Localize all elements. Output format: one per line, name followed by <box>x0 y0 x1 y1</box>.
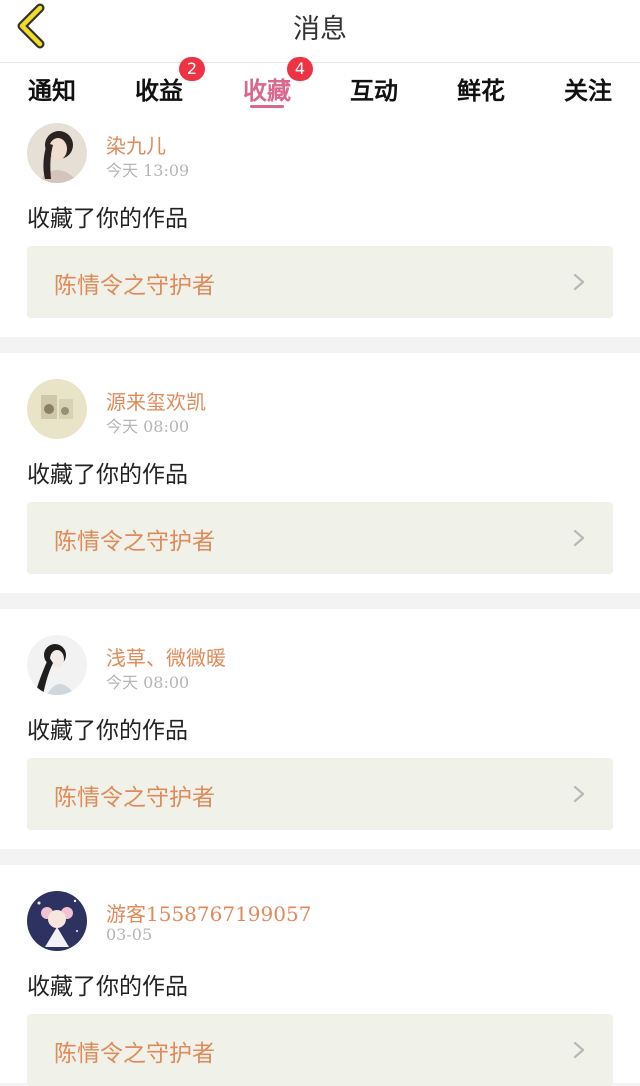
message-card: 游客1558767199057 03-05 收藏了你的作品 陈情令之守护者 <box>0 865 640 1086</box>
timestamp: 03-05 <box>106 925 153 944</box>
work-title: 陈情令之守护者 <box>54 1041 215 1067</box>
tab-favorites[interactable]: 收藏 4 <box>243 57 313 106</box>
timestamp: 今天 13:09 <box>106 161 190 180</box>
page-title: 消息 <box>293 14 347 45</box>
work-link[interactable]: 陈情令之守护者 <box>27 1014 613 1086</box>
work-title: 陈情令之守护者 <box>54 785 215 811</box>
tab-bar: 通知 收益 2 收藏 4 互动 鲜花 关注 <box>0 57 640 113</box>
header-bar: 消息 <box>0 0 640 62</box>
unread-badge: 4 <box>287 57 313 81</box>
work-link[interactable]: 陈情令之守护者 <box>27 502 613 574</box>
chevron-right-icon <box>573 273 585 291</box>
message-card: 浅草、微微暖 今天 08:00 收藏了你的作品 陈情令之守护者 <box>0 609 640 849</box>
avatar[interactable] <box>27 379 87 439</box>
tab-flowers[interactable]: 鲜花 <box>457 71 505 106</box>
avatar[interactable] <box>27 123 87 183</box>
tab-interactions[interactable]: 互动 <box>350 71 398 106</box>
tab-following[interactable]: 关注 <box>564 71 612 106</box>
work-link[interactable]: 陈情令之守护者 <box>27 758 613 830</box>
message-card: 染九儿 今天 13:09 收藏了你的作品 陈情令之守护者 <box>0 113 640 337</box>
action-text: 收藏了你的作品 <box>27 462 188 488</box>
work-title: 陈情令之守护者 <box>54 273 215 299</box>
active-tab-indicator <box>250 105 284 108</box>
avatar[interactable] <box>27 635 87 695</box>
chevron-right-icon <box>573 785 585 803</box>
chevron-right-icon <box>573 1041 585 1059</box>
username[interactable]: 源来玺欢凯 <box>106 386 206 415</box>
work-title: 陈情令之守护者 <box>54 529 215 555</box>
unread-badge: 2 <box>179 57 205 81</box>
avatar[interactable] <box>27 891 87 951</box>
username[interactable]: 染九儿 <box>106 130 166 159</box>
action-text: 收藏了你的作品 <box>27 718 188 744</box>
timestamp: 今天 08:00 <box>106 417 190 436</box>
tab-earnings[interactable]: 收益 2 <box>135 57 205 106</box>
username[interactable]: 浅草、微微暖 <box>106 642 226 671</box>
action-text: 收藏了你的作品 <box>27 206 188 232</box>
action-text: 收藏了你的作品 <box>27 974 188 1000</box>
work-link[interactable]: 陈情令之守护者 <box>27 246 613 318</box>
tab-notifications[interactable]: 通知 <box>28 71 76 106</box>
chevron-right-icon <box>573 529 585 547</box>
timestamp: 今天 08:00 <box>106 673 190 692</box>
username[interactable]: 游客1558767199057 <box>106 898 311 927</box>
message-card: 源来玺欢凯 今天 08:00 收藏了你的作品 陈情令之守护者 <box>0 353 640 593</box>
